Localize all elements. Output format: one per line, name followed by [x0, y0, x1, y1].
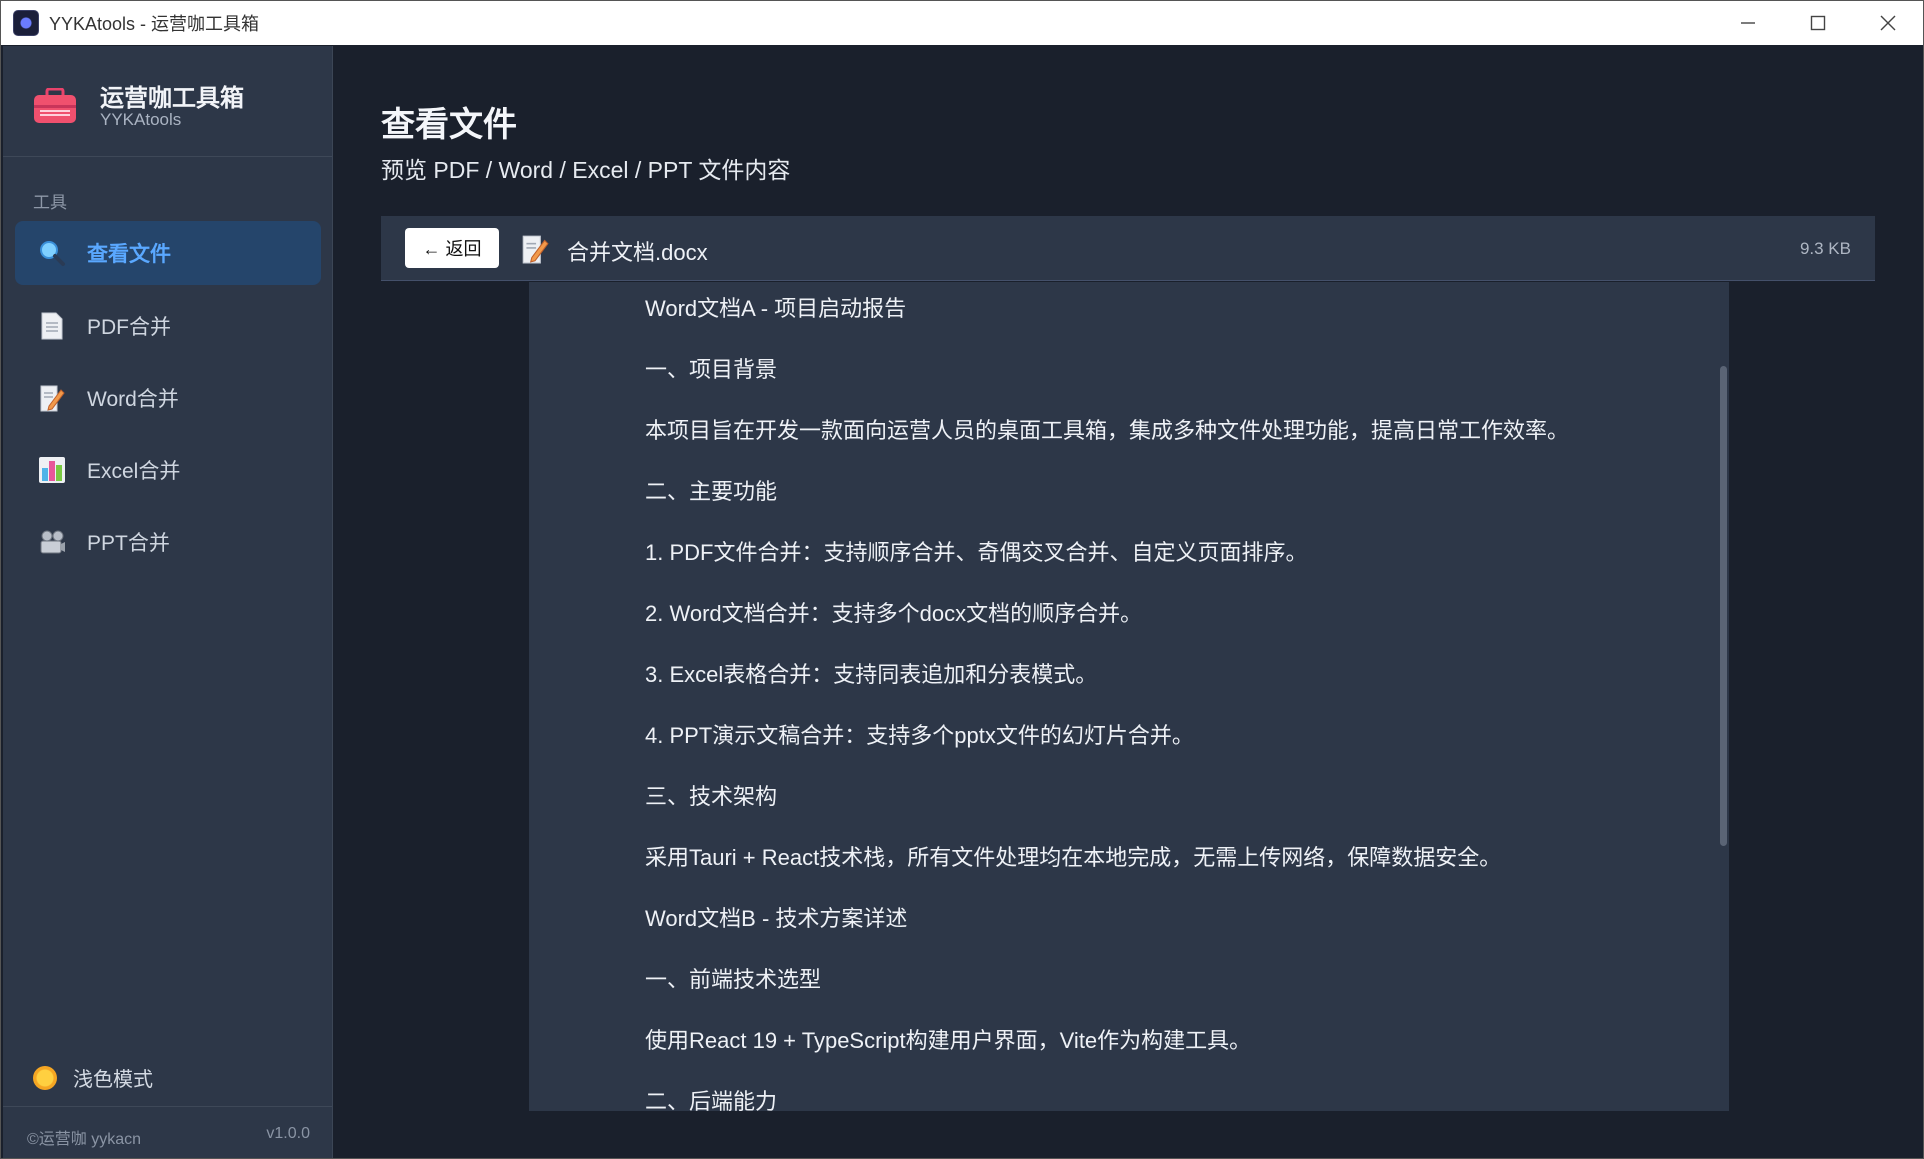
toolbox-icon [34, 88, 76, 123]
document-paragraph: 1. PDF文件合并：支持顺序合并、奇偶交叉合并、自定义页面排序。 [645, 540, 1308, 565]
document-paragraph: 三、技术架构 [645, 784, 778, 809]
scrollbar-thumb[interactable] [1720, 366, 1727, 846]
document-paragraph: Word文档B - 技术方案详述 [645, 906, 908, 931]
document-paragraph: Word文档A - 项目启动报告 [645, 296, 907, 321]
theme-toggle-button[interactable]: 浅色模式 [33, 1063, 153, 1092]
memo-icon [37, 383, 67, 413]
document-paragraph: 使用React 19 + TypeScript构建用户界面，Vite作为构建工具… [645, 1028, 1252, 1053]
file-name: 合并文档.docx [567, 240, 708, 265]
sidebar: 运营咖工具箱 YYKAtools 工具 查看文件 PDF合并 Word合并 Ex… [3, 46, 333, 1158]
sidebar-item-view-file[interactable]: 查看文件 [15, 221, 321, 285]
close-icon [1880, 15, 1896, 31]
sidebar-item-pdf-merge[interactable]: PDF合并 [15, 294, 321, 358]
window-title: YYKAtools - 运营咖工具箱 [49, 14, 260, 34]
memo-icon [522, 235, 549, 264]
file-toolbar: ← 返回 合并文档.docx 9.3 KB [381, 216, 1875, 281]
sidebar-item-excel-merge[interactable]: Excel合并 [15, 438, 321, 502]
projector-icon [37, 527, 67, 557]
version-text: v1.0.0 [266, 1125, 310, 1142]
minimize-button[interactable] [1713, 1, 1783, 45]
page-subtitle: 预览 PDF / Word / Excel / PPT 文件内容 [381, 157, 791, 183]
app-window: YYKAtools - 运营咖工具箱 运营咖工具箱 YYKAtools 工具 查… [0, 0, 1924, 1159]
theme-toggle-label: 浅色模式 [73, 1067, 153, 1091]
sidebar-item-label: Excel合并 [87, 460, 181, 483]
document-paragraph: 4. PPT演示文稿合并：支持多个pptx文件的幻灯片合并。 [645, 723, 1194, 748]
document-paragraph: 2. Word文档合并：支持多个docx文档的顺序合并。 [645, 601, 1143, 626]
sidebar-item-label: Word合并 [87, 388, 179, 411]
document-paragraph: 一、项目背景 [645, 357, 778, 382]
sidebar-item-word-merge[interactable]: Word合并 [15, 366, 321, 430]
document-paragraph: 本项目旨在开发一款面向运营人员的桌面工具箱，集成多种文件处理功能，提高日常工作效… [645, 418, 1570, 443]
page-title: 查看文件 [381, 105, 517, 145]
sidebar-footer: ©运营咖 yykacn v1.0.0 [3, 1106, 332, 1159]
sidebar-item-label: PPT合并 [87, 532, 170, 555]
brand-subtitle: YYKAtools [100, 110, 182, 129]
brand-name: 运营咖工具箱 [100, 84, 244, 112]
sidebar-item-ppt-merge[interactable]: PPT合并 [15, 510, 321, 574]
back-button[interactable]: ← 返回 [405, 228, 499, 268]
document-paragraph: 二、主要功能 [645, 479, 778, 504]
document-paragraph: 采用Tauri + React技术栈，所有文件处理均在本地完成，无需上传网络，保… [645, 845, 1502, 870]
window-controls [1713, 1, 1923, 45]
sidebar-item-label: 查看文件 [87, 243, 171, 266]
document-icon [37, 311, 67, 341]
bar-chart-icon [37, 455, 67, 485]
document-paragraph: 一、前端技术选型 [645, 967, 822, 992]
document-content: Word文档A - 项目启动报告 一、项目背景本项目旨在开发一款面向运营人员的桌面… [645, 296, 1685, 1111]
sun-icon [33, 1065, 57, 1090]
close-button[interactable] [1853, 1, 1923, 45]
copyright-text: ©运营咖 yykacn [27, 1131, 142, 1148]
section-label-tools: 工具 [33, 193, 67, 213]
sidebar-item-label: PDF合并 [87, 316, 171, 339]
minimize-icon [1741, 22, 1755, 24]
title-bar[interactable]: YYKAtools - 运营咖工具箱 [1, 1, 1923, 45]
magnifier-icon [37, 238, 67, 268]
file-size: 9.3 KB [1799, 239, 1851, 258]
document-viewer[interactable]: Word文档A - 项目启动报告 一、项目背景本项目旨在开发一款面向运营人员的桌面… [529, 282, 1729, 1111]
maximize-icon [1810, 15, 1826, 31]
maximize-button[interactable] [1783, 1, 1853, 45]
brand-header: 运营咖工具箱 YYKAtools [3, 46, 332, 157]
document-paragraph: 二、后端能力 [645, 1089, 778, 1111]
document-paragraph: 3. Excel表格合并：支持同表追加和分表模式。 [645, 662, 1098, 687]
app-icon [13, 10, 39, 36]
